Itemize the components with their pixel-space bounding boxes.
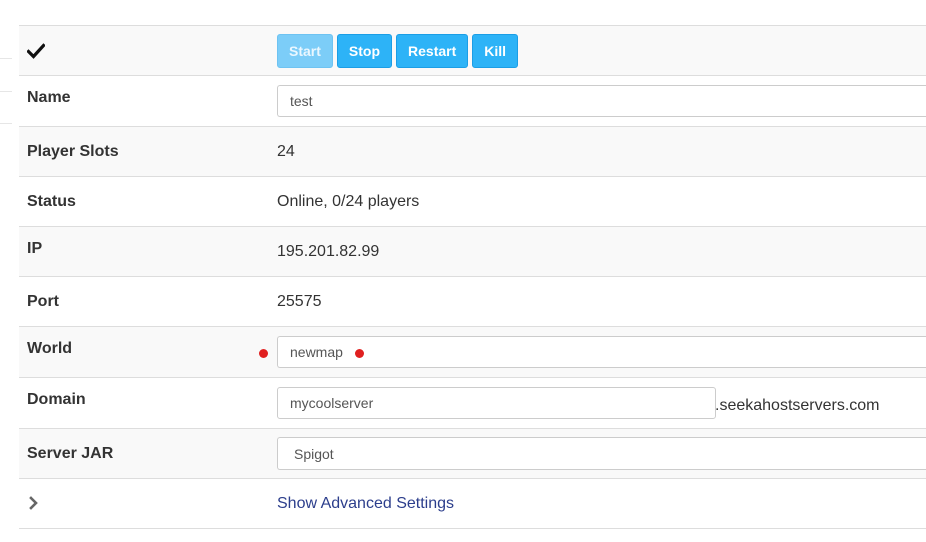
server-jar-label: Server JAR [27,444,114,462]
kill-button[interactable]: Kill [472,34,519,68]
server-jar-row: Server JAR Spigot [19,429,926,479]
player-slots-row: Player Slots 24 [19,127,926,177]
server-settings-table: Start Stop Restart Kill Name Player Slot… [19,25,926,529]
check-icon [27,43,45,59]
world-row: World [19,327,926,378]
port-label: Port [27,292,59,310]
edge-divider [0,123,12,124]
world-label: World [27,340,73,357]
advanced-settings-row: Show Advanced Settings [19,479,926,529]
player-slots-label: Player Slots [27,142,119,160]
marker-dot [355,349,364,358]
name-row: Name [19,76,926,127]
server-settings-page: Start Stop Restart Kill Name Player Slot… [0,0,926,542]
domain-input[interactable] [277,387,716,419]
port-row: Port 25575 [19,277,926,327]
ip-label: IP [27,240,43,257]
domain-row: Domain .seekahostservers.com [19,378,926,429]
domain-label: Domain [27,391,86,408]
ip-row: IP 195.201.82.99 [19,227,926,277]
player-slots-value: 24 [277,142,295,160]
server-jar-selected-value: Spigot [294,445,334,462]
edge-divider [0,58,12,59]
restart-button[interactable]: Restart [396,34,469,68]
stop-button[interactable]: Stop [336,34,393,68]
chevron-right-icon[interactable] [29,496,39,510]
show-advanced-settings-link[interactable]: Show Advanced Settings [277,479,454,528]
status-label: Status [27,192,76,210]
domain-suffix: .seekahostservers.com [715,397,880,414]
server-jar-select[interactable]: Spigot [277,437,926,470]
server-control-buttons: Start Stop Restart Kill [277,34,519,68]
port-value: 25575 [277,292,322,310]
edge-divider [0,91,12,92]
start-button[interactable]: Start [277,34,333,68]
world-input[interactable] [277,336,926,368]
status-value: Online, 0/24 players [277,192,420,210]
ip-value: 195.201.82.99 [277,242,380,260]
name-label: Name [27,89,71,106]
marker-dot [259,349,268,358]
actions-row: Start Stop Restart Kill [19,26,926,76]
status-row: Status Online, 0/24 players [19,177,926,227]
name-input[interactable] [277,85,926,117]
